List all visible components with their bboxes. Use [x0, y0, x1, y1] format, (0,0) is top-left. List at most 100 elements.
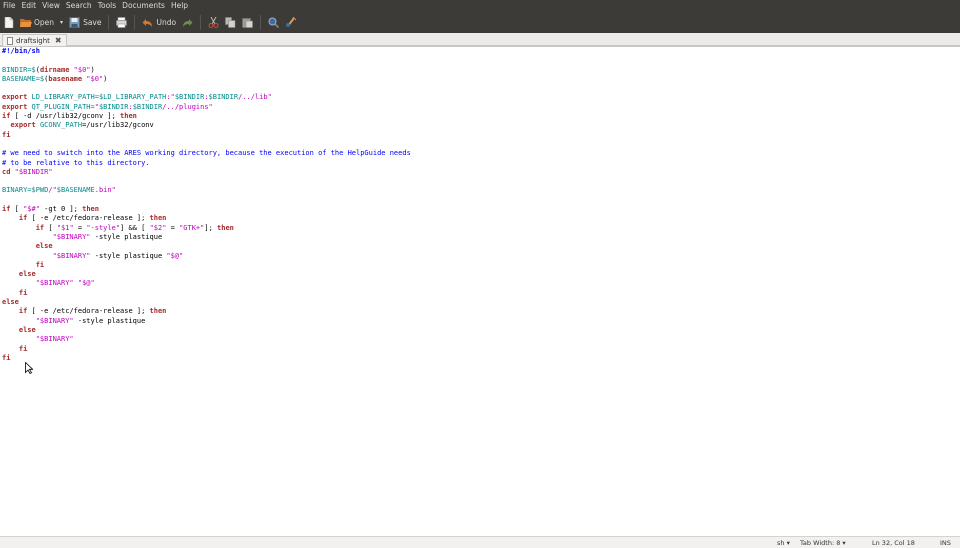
code-line: if [ -e /etc/fedora-release ]; then: [2, 214, 411, 223]
new-button[interactable]: [0, 13, 17, 32]
open-button[interactable]: Open: [17, 13, 57, 32]
code-token: else: [2, 298, 19, 307]
save-button[interactable]: Save: [66, 13, 104, 32]
code-token: then: [149, 214, 167, 223]
menu-item-edit[interactable]: Edit: [19, 0, 40, 12]
code-token: then: [120, 112, 137, 121]
code-token: else: [18, 270, 36, 279]
code-token: fi: [35, 260, 45, 269]
code-line: # we need to switch into the ARES workin…: [2, 149, 411, 158]
code-line: export LD_LIBRARY_PATH=$LD_LIBRARY_PATH:…: [2, 93, 411, 102]
code-line: if [ "$#" -gt 0 ]; then: [2, 205, 411, 214]
code-token: [: [10, 205, 24, 214]
undo-button[interactable]: Undo: [139, 13, 179, 32]
code-content: #!/bin/sh BINDIR=$(dirname "$0") BASENAME…: [2, 47, 411, 363]
close-icon[interactable]: ✖: [55, 36, 62, 45]
open-folder-icon: [20, 17, 32, 28]
toolbar-separator: [200, 15, 202, 30]
code-token: "$1": [56, 223, 74, 232]
code-token: export: [2, 93, 28, 102]
code-line: else: [2, 326, 411, 335]
code-token: # to be relative to this directory.: [2, 158, 150, 167]
toolbar-separator: [260, 15, 262, 30]
code-token: ): [103, 74, 108, 83]
code-line: "$BINARY" -style plastique: [2, 317, 411, 326]
code-token: else: [35, 242, 53, 251]
code-token: "$#": [23, 205, 40, 214]
code-token: "-style": [86, 223, 121, 232]
code-line: if [ -d /usr/lib32/gconv ]; then: [2, 112, 411, 121]
save-icon: [69, 17, 81, 28]
code-token: "$0": [82, 74, 104, 83]
new-document-icon: [3, 16, 14, 29]
print-button[interactable]: [113, 13, 130, 32]
menu-item-file[interactable]: File: [0, 0, 19, 12]
code-token: ): [90, 65, 95, 74]
copy-button[interactable]: [222, 13, 239, 32]
code-token: -gt 0 ];: [39, 205, 83, 214]
code-token: then: [149, 307, 167, 316]
cut-button[interactable]: [205, 13, 222, 32]
language-selector[interactable]: sh ▾: [777, 539, 790, 547]
toolbar-separator: [134, 15, 136, 30]
menu-item-view[interactable]: View: [39, 0, 63, 12]
code-token: then: [82, 205, 99, 214]
code-token: =: [73, 223, 87, 232]
code-line: "$BINARY" -style plastique: [2, 233, 411, 242]
code-token: then: [217, 223, 234, 232]
paste-icon: [242, 17, 253, 28]
code-line: export QT_PLUGIN_PATH="$BINDIR:$BINDIR/.…: [2, 103, 411, 112]
open-label: Open: [34, 18, 55, 27]
code-token: -style plastique: [90, 251, 167, 260]
code-line: fi: [2, 345, 411, 354]
redo-button[interactable]: [179, 13, 196, 32]
code-token: GCONV_PATH: [35, 121, 83, 130]
tab-width-selector[interactable]: Tab Width: 8 ▾: [800, 539, 846, 547]
replace-button[interactable]: [282, 13, 299, 32]
find-button[interactable]: [265, 13, 282, 32]
open-dropdown-button[interactable]: ▾: [57, 13, 66, 32]
document-tab-bar: draftsight ✖: [0, 33, 960, 46]
code-line: # to be relative to this directory.: [2, 159, 411, 168]
code-line: BASENAME=$(basename "$0"): [2, 75, 411, 84]
status-bar: sh ▾ Tab Width: 8 ▾ Ln 32, Col 18 INS: [0, 536, 960, 548]
toolbar: Open ▾ Save Undo: [0, 12, 960, 33]
paste-button[interactable]: [239, 13, 256, 32]
code-line: else: [2, 270, 411, 279]
code-token: fi: [18, 288, 28, 297]
text-editor[interactable]: #!/bin/sh BINDIR=$(dirname "$0") BASENAME…: [0, 46, 960, 537]
code-token: [ -e /etc/fedora-release ];: [27, 214, 150, 223]
code-token: $BINDIR: [98, 102, 129, 111]
code-token: $BINDIR: [174, 93, 205, 102]
menu-item-search[interactable]: Search: [63, 0, 95, 12]
menu-item-help[interactable]: Help: [168, 0, 191, 12]
code-token: "$BINARY": [52, 232, 91, 241]
code-token: -style plastique: [90, 232, 163, 241]
code-line: fi: [2, 354, 411, 363]
code-line: #!/bin/sh: [2, 47, 411, 56]
code-token: dirname: [39, 65, 70, 74]
tab-draftsight[interactable]: draftsight ✖: [2, 34, 67, 46]
print-icon: [116, 17, 128, 28]
save-label: Save: [83, 18, 102, 27]
code-line: fi: [2, 131, 411, 140]
code-token: basename: [48, 74, 83, 83]
chevron-down-icon: ▾: [60, 19, 64, 26]
menu-item-tools[interactable]: Tools: [95, 0, 119, 12]
code-token: ];: [204, 223, 218, 232]
menu-item-documents[interactable]: Documents: [119, 0, 168, 12]
